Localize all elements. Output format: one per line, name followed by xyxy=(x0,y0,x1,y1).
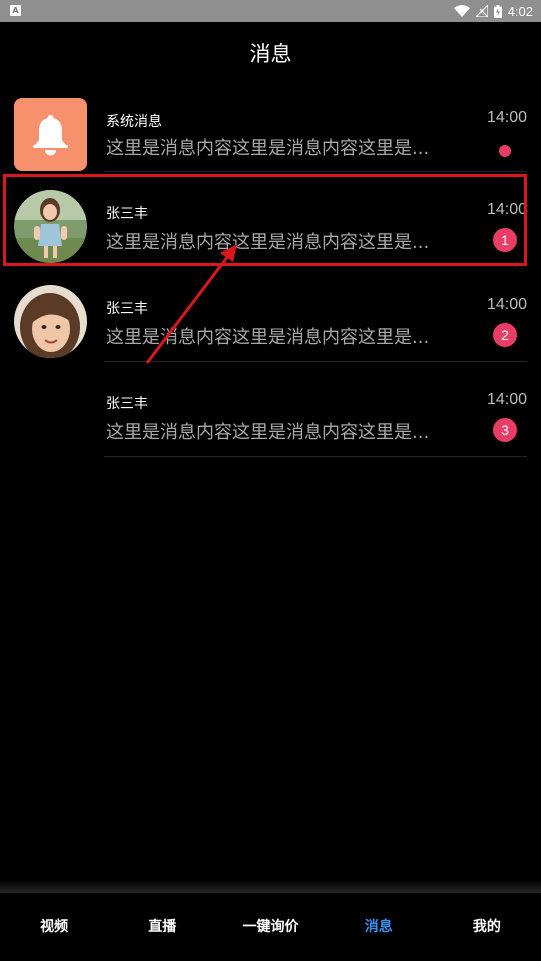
tab-quote[interactable]: 一键询价 xyxy=(216,893,324,961)
annotation-arrow-icon xyxy=(145,244,237,364)
tab-profile[interactable]: 我的 xyxy=(433,893,541,961)
bottom-nav: 视频 直播 一键询价 消息 我的 xyxy=(0,893,541,961)
tab-live[interactable]: 直播 xyxy=(108,893,216,961)
bottom-nav-shadow xyxy=(0,880,541,894)
tab-messages[interactable]: 消息 xyxy=(325,893,433,961)
tab-video[interactable]: 视频 xyxy=(0,893,108,961)
